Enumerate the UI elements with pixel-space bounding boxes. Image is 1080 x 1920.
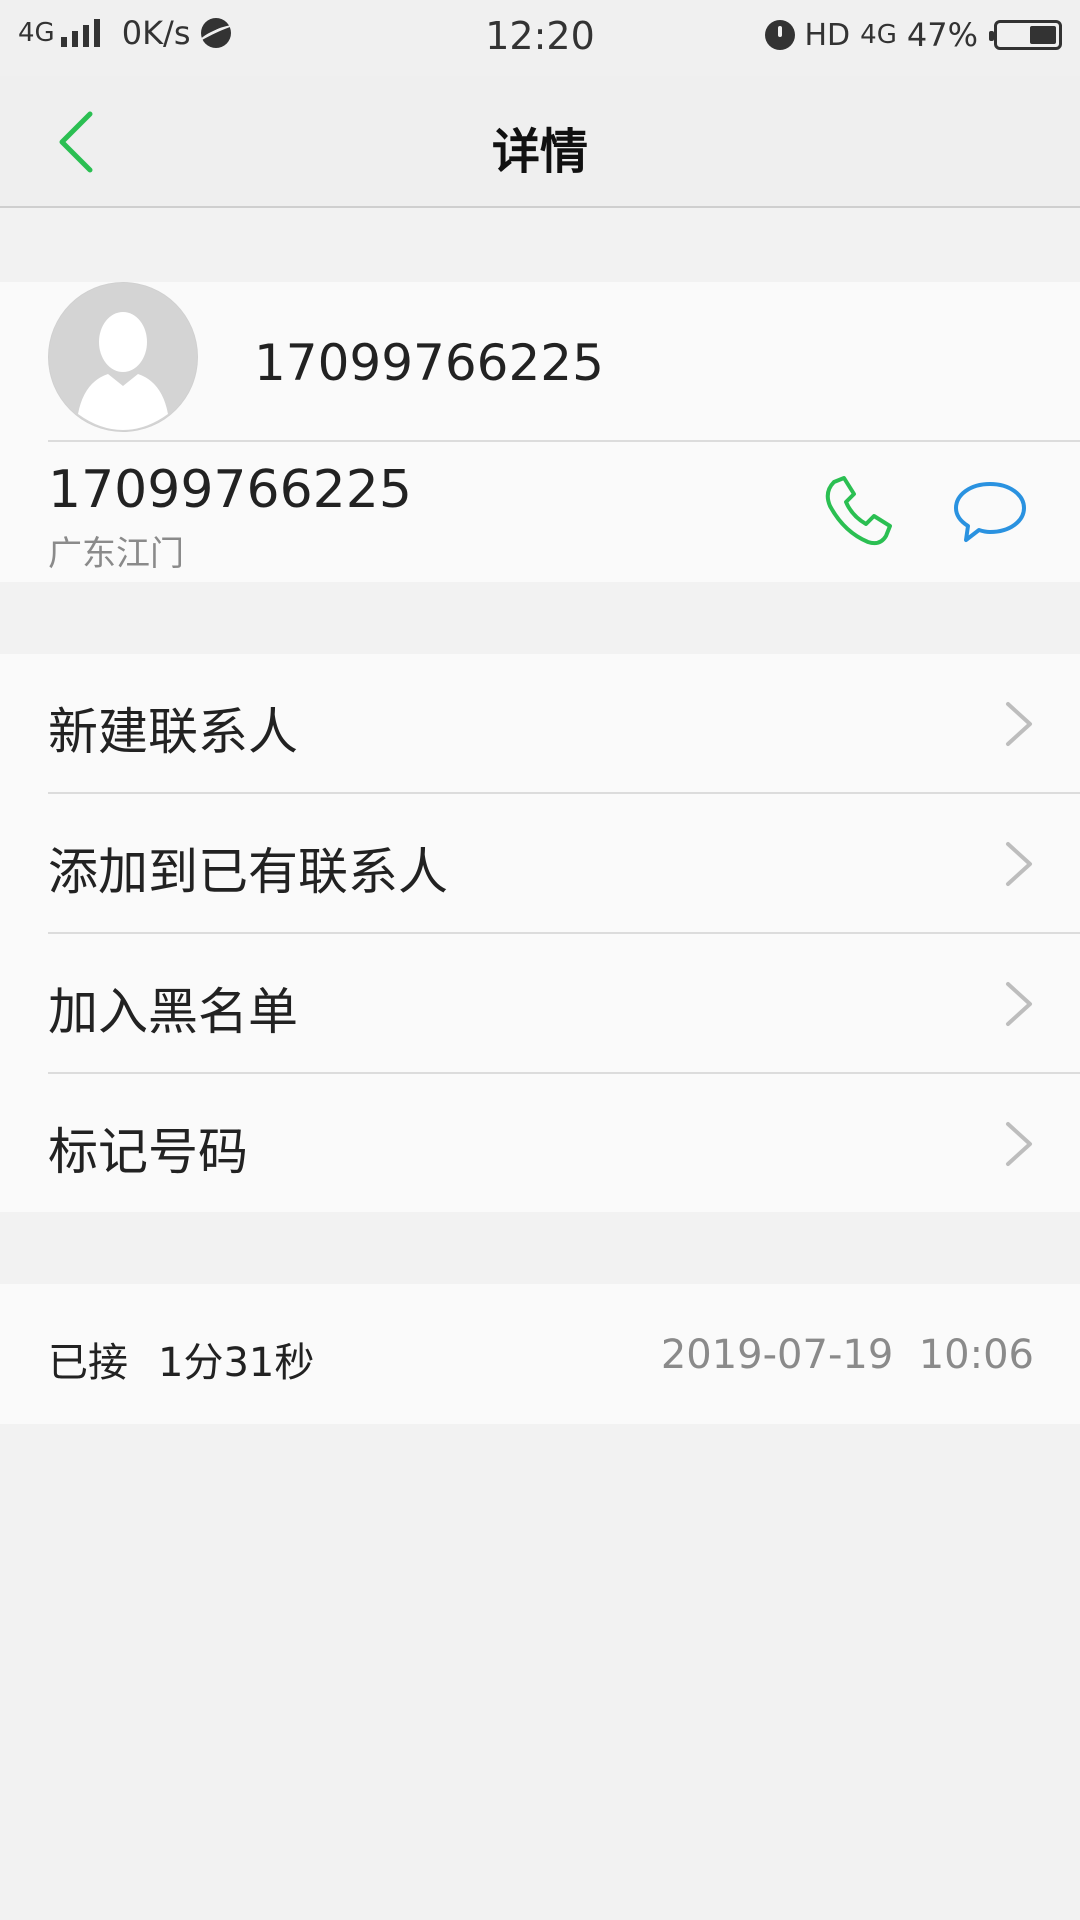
hd-indicator: HD [804, 17, 851, 53]
phone-number: 17099766225 [48, 460, 412, 520]
action-label: 标记号码 [48, 1123, 248, 1181]
call-log-entry: 已接 1分31秒 2019-07-19 10:06 [0, 1284, 1080, 1424]
chat-bubble-icon [954, 482, 1026, 542]
actions-card: 新建联系人 添加到已有联系人 加入黑名单 标记号码 [0, 654, 1080, 1212]
call-type: 已接 [48, 1340, 128, 1386]
page-title: 详情 [491, 124, 588, 180]
message-button[interactable] [952, 474, 1028, 550]
battery-icon [989, 20, 1062, 50]
call-button[interactable] [820, 474, 896, 550]
action-add-to-existing[interactable]: 添加到已有联系人 [0, 794, 1080, 934]
status-right: HD 4G 47% [764, 16, 1062, 54]
contact-card: 17099766225 17099766225 广东江门 [0, 282, 1080, 582]
chevron-right-icon [1006, 842, 1032, 886]
person-icon [49, 283, 197, 431]
alarm-icon [764, 20, 795, 50]
network-type-right: 4G [860, 20, 897, 50]
header-number: 17099766225 [254, 334, 604, 392]
avatar [48, 282, 198, 432]
number-location: 广东江门 [48, 534, 184, 574]
call-duration: 1分31秒 [158, 1340, 315, 1386]
nav-bar: 详情 [0, 76, 1080, 208]
action-label: 加入黑名单 [48, 983, 298, 1041]
action-blacklist[interactable]: 加入黑名单 [0, 934, 1080, 1074]
status-bar: 4G 0K/s 12:20 HD 4G 47% [0, 0, 1080, 76]
action-new-contact[interactable]: 新建联系人 [0, 654, 1080, 794]
action-label: 添加到已有联系人 [48, 843, 448, 901]
divider [48, 440, 1080, 442]
chevron-right-icon [1006, 702, 1032, 746]
chevron-right-icon [1006, 982, 1032, 1026]
action-label: 新建联系人 [48, 703, 298, 761]
call-datetime: 2019-07-19 10:06 [660, 1332, 1034, 1378]
battery-percent: 47% [906, 16, 978, 54]
phone-icon [825, 476, 892, 546]
action-mark-number[interactable]: 标记号码 [0, 1074, 1080, 1214]
chevron-right-icon [1006, 1122, 1032, 1166]
